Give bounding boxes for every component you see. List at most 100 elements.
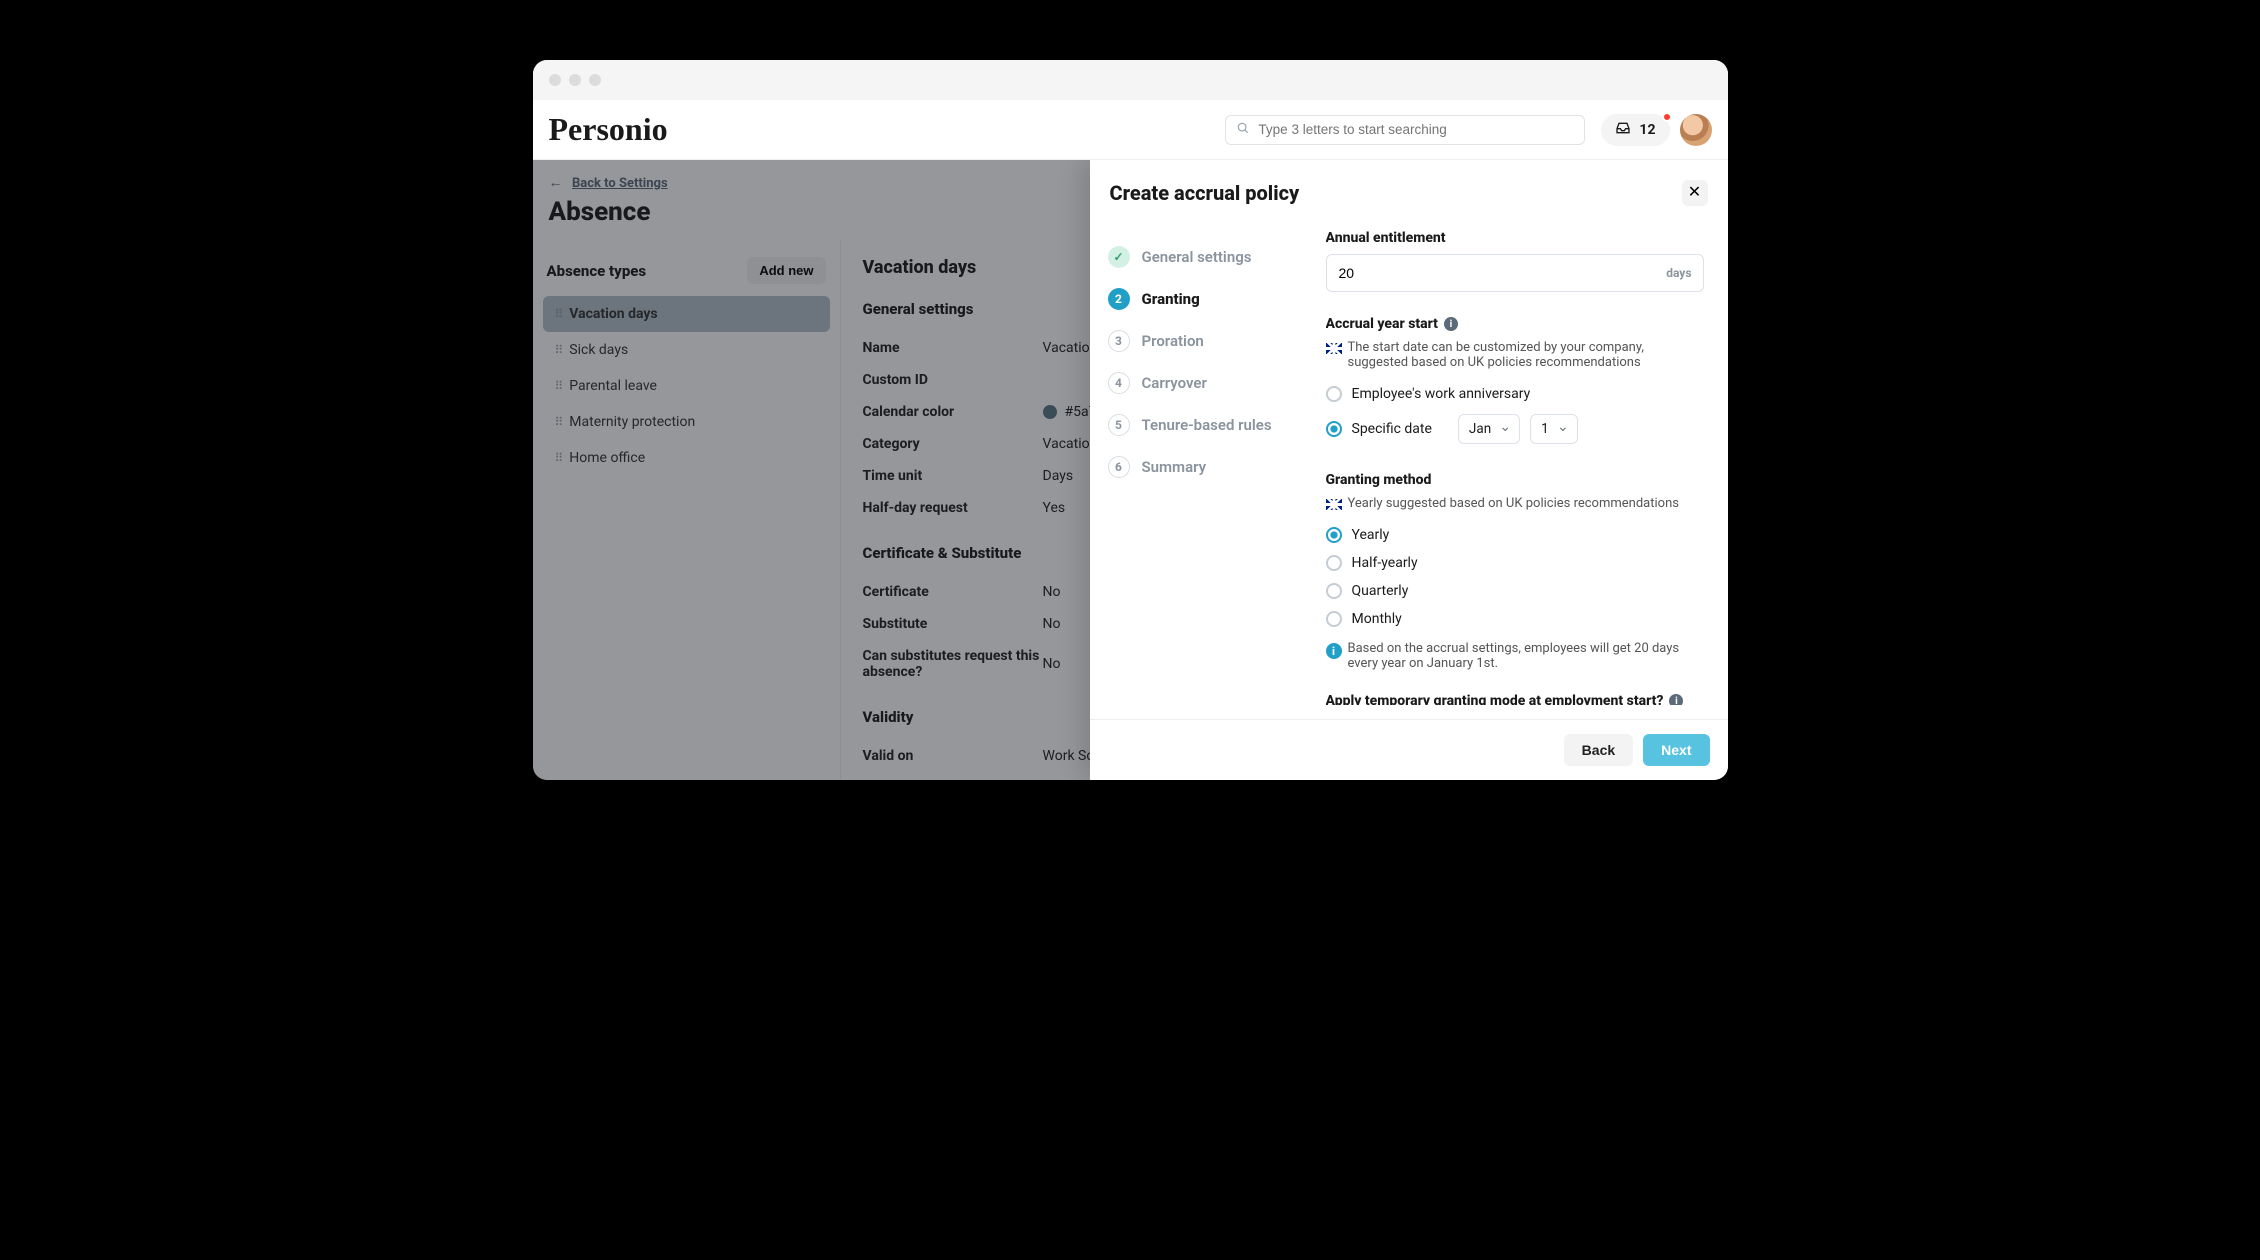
granting-method-hint: Yearly suggested based on UK policies re…: [1326, 496, 1704, 511]
drag-handle-icon[interactable]: ⠿: [555, 343, 562, 357]
drag-handle-icon[interactable]: ⠿: [555, 379, 562, 393]
sidebar-item[interactable]: ⠿Vacation days: [543, 296, 830, 332]
radio-monthly[interactable]: Monthly: [1326, 605, 1704, 633]
field-value: No: [1043, 584, 1061, 600]
step-number-icon: 3: [1108, 330, 1130, 352]
topbar: Personio 12: [533, 100, 1728, 160]
field-value: Yes: [1043, 500, 1066, 516]
wizard-step[interactable]: 6 Summary: [1108, 446, 1322, 488]
step-label: Summary: [1142, 458, 1207, 476]
step-number-icon: 5: [1108, 414, 1130, 436]
notification-dot-icon: [1662, 112, 1672, 122]
info-icon: i: [1326, 643, 1342, 659]
day-select[interactable]: 1: [1530, 414, 1578, 444]
drag-handle-icon[interactable]: ⠿: [555, 451, 562, 465]
granting-summary: i Based on the accrual settings, employe…: [1326, 641, 1704, 671]
field-value: No: [1043, 648, 1061, 680]
step-label: Tenure-based rules: [1142, 416, 1272, 434]
window-titlebar: [533, 60, 1728, 100]
drawer-title: Create accrual policy: [1110, 181, 1300, 205]
traffic-light-max[interactable]: [589, 74, 601, 86]
sidebar-item[interactable]: ⠿ Maternity protection: [543, 404, 830, 440]
field-label: Can substitutes request this absence?: [863, 648, 1043, 680]
radio-icon: [1326, 386, 1342, 402]
arrow-left-icon: ←: [549, 175, 563, 191]
field-label: Name: [863, 340, 1043, 356]
form-panel: Annual entitlement days Accrual year sta…: [1326, 230, 1710, 705]
inbox-count: 12: [1639, 122, 1655, 138]
add-new-button[interactable]: Add new: [747, 257, 825, 284]
granting-method-label: Granting method: [1326, 472, 1704, 488]
radio-icon: [1326, 555, 1342, 571]
radio-icon: [1326, 583, 1342, 599]
absence-type-list: ⠿Vacation days⠿Sick days⠿Parental leave⠿…: [543, 296, 830, 476]
annual-entitlement-label: Annual entitlement: [1326, 230, 1704, 246]
wizard-step[interactable]: 4 Carryover: [1108, 362, 1322, 404]
sidebar-item-label: Home office: [569, 450, 645, 466]
close-icon: ✕: [1688, 184, 1701, 201]
drag-handle-icon[interactable]: ⠿: [555, 307, 562, 321]
wizard-step[interactable]: 3 Proration: [1108, 320, 1322, 362]
back-button[interactable]: Back: [1564, 734, 1633, 766]
field-label: Custom ID: [863, 372, 1043, 388]
radio-yearly[interactable]: Yearly: [1326, 521, 1704, 549]
wizard-step[interactable]: 5 Tenure-based rules: [1108, 404, 1322, 446]
sidebar: Absence types Add new ⠿Vacation days⠿Sic…: [533, 241, 841, 780]
step-number-icon: 6: [1108, 456, 1130, 478]
sidebar-item[interactable]: ⠿ Home office: [543, 440, 830, 476]
search-icon: [1236, 121, 1250, 139]
content-area: ← Back to Settings Absence Absence types…: [533, 160, 1728, 780]
field-label: Substitute: [863, 616, 1043, 632]
radio-icon: [1326, 527, 1342, 543]
field-label: Calendar color: [863, 404, 1043, 420]
annual-entitlement-input[interactable]: [1326, 254, 1704, 292]
traffic-light-min[interactable]: [569, 74, 581, 86]
drawer: Create accrual policy ✕ ✓General setting…: [1090, 160, 1728, 780]
month-select[interactable]: Jan: [1458, 414, 1520, 444]
temp-granting-label: Apply temporary granting mode at employm…: [1326, 693, 1704, 705]
back-link[interactable]: Back to Settings: [572, 176, 668, 191]
close-button[interactable]: ✕: [1682, 180, 1708, 206]
wizard-step[interactable]: 2 Granting: [1108, 278, 1322, 320]
uk-flag-icon: [1326, 499, 1342, 510]
radio-half-yearly[interactable]: Half-yearly: [1326, 549, 1704, 577]
annual-entitlement-unit: days: [1666, 266, 1691, 280]
inbox-icon: [1615, 120, 1631, 140]
field-label: Time unit: [863, 468, 1043, 484]
sidebar-item[interactable]: ⠿Sick days: [543, 332, 830, 368]
step-label: Proration: [1142, 332, 1204, 350]
step-number-icon: 4: [1108, 372, 1130, 394]
radio-quarterly[interactable]: Quarterly: [1326, 577, 1704, 605]
radio-icon: [1326, 611, 1342, 627]
field-label: Valid on: [863, 748, 1043, 764]
next-button[interactable]: Next: [1643, 734, 1709, 766]
avatar[interactable]: [1680, 114, 1712, 146]
step-number-icon: ✓: [1108, 246, 1130, 268]
sidebar-title: Absence types: [547, 262, 647, 280]
search-box[interactable]: [1225, 115, 1585, 145]
sidebar-item[interactable]: ⠿ Parental leave: [543, 368, 830, 404]
wizard-steps: ✓General settings 2 Granting 3 Proration 4 Car…: [1108, 230, 1322, 705]
step-label: Granting: [1142, 290, 1200, 308]
wizard-step[interactable]: ✓General settings: [1108, 236, 1322, 278]
drawer-footer: Back Next: [1090, 719, 1728, 780]
sidebar-item-label: Parental leave: [569, 378, 657, 394]
field-label: Category: [863, 436, 1043, 452]
field-label: Half-day request: [863, 500, 1043, 516]
inbox-pill[interactable]: 12: [1601, 114, 1669, 146]
search-input[interactable]: [1258, 122, 1574, 137]
radio-icon: [1326, 421, 1342, 437]
step-number-icon: 2: [1108, 288, 1130, 310]
field-label: Certificate: [863, 584, 1043, 600]
traffic-light-close[interactable]: [549, 74, 561, 86]
topbar-right: 12: [1225, 114, 1711, 146]
drag-handle-icon[interactable]: ⠿: [555, 415, 562, 429]
info-icon[interactable]: i: [1444, 317, 1458, 331]
step-label: Carryover: [1142, 374, 1207, 392]
accrual-year-start-label: Accrual year start i: [1326, 316, 1704, 332]
sidebar-item-label: Maternity protection: [569, 414, 695, 430]
info-icon[interactable]: i: [1669, 694, 1683, 705]
radio-specific-date[interactable]: Specific date Jan 1: [1326, 408, 1704, 450]
radio-anniversary[interactable]: Employee's work anniversary: [1326, 380, 1704, 408]
uk-flag-icon: [1326, 343, 1342, 354]
